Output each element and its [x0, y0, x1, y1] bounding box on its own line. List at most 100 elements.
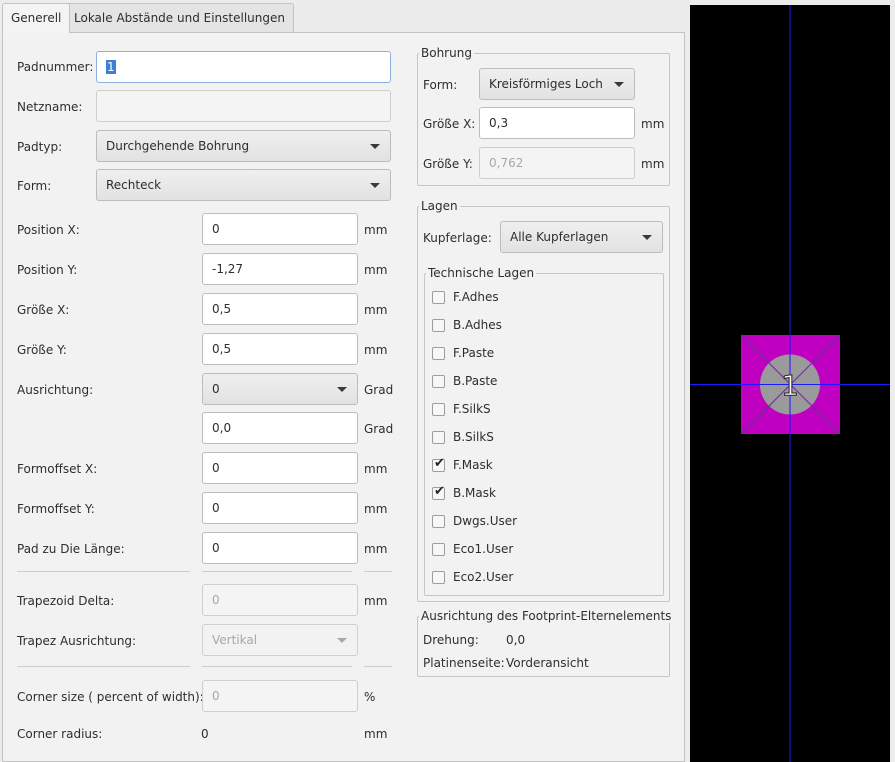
form-select[interactable]: Rechteck: [96, 169, 391, 201]
padtyp-label: Padtyp:: [17, 140, 63, 154]
padnummer-label: Padnummer:: [17, 60, 94, 74]
layer-checkbox[interactable]: [432, 431, 445, 444]
kupferlage-select[interactable]: Alle Kupferlagen: [500, 221, 663, 253]
formoffset-x-input[interactable]: 0: [202, 452, 358, 484]
size-x-input[interactable]: 0,5: [202, 293, 358, 325]
chevron-down-icon: [337, 387, 347, 392]
platinenseite-value: Vorderansicht: [506, 656, 589, 670]
pad-die-label: Pad zu Die Länge:: [17, 542, 125, 556]
layer-checkbox[interactable]: [432, 571, 445, 584]
layer-label: Dwgs.User: [453, 514, 518, 528]
corner-radius-value: 0: [201, 727, 209, 741]
bohrung-size-y-unit: mm: [641, 157, 665, 171]
padnummer-value: 1: [106, 60, 116, 74]
ausrichtung-custom-input[interactable]: 0,0: [202, 412, 358, 444]
trapez-ausrichtung-select[interactable]: Vertikal: [202, 624, 358, 656]
tab-generell[interactable]: Generell: [2, 3, 71, 33]
trapez-ausrichtung-value: Vertikal: [212, 633, 258, 647]
trapezoid-delta-unit: mm: [364, 594, 388, 608]
trapezoid-delta-label: Trapezoid Delta:: [17, 594, 115, 608]
layer-label: B.Paste: [453, 374, 498, 388]
layer-checkbox[interactable]: [432, 291, 445, 304]
pad-preview-canvas: 1: [690, 5, 890, 762]
formoffset-y-label: Formoffset Y:: [17, 502, 95, 516]
layer-label: B.SilkS: [453, 430, 494, 444]
layer-checkbox[interactable]: [432, 543, 445, 556]
layer-label: B.Mask: [453, 486, 496, 500]
size-y-label: Größe Y:: [17, 343, 67, 357]
netzname-label: Netzname:: [17, 100, 83, 114]
layer-checkbox[interactable]: [432, 319, 445, 332]
checkmark-icon: ✔: [434, 456, 445, 471]
kupferlage-label: Kupferlage:: [423, 231, 492, 245]
formoffset-y-unit: mm: [364, 502, 388, 516]
position-y-unit: mm: [364, 263, 388, 277]
bohrung-size-x-label: Größe X:: [423, 117, 476, 131]
chevron-down-icon: [642, 235, 652, 240]
layer-checkbox[interactable]: [432, 403, 445, 416]
layer-label: Eco1.User: [453, 542, 514, 556]
layer-checkbox[interactable]: ✔: [432, 456, 445, 472]
bohrung-title: Bohrung: [419, 46, 474, 60]
corner-size-input[interactable]: 0: [202, 680, 358, 712]
divider: [364, 571, 392, 572]
position-x-label: Position X:: [17, 223, 80, 237]
chevron-down-icon: [370, 183, 380, 188]
parent-orientation-title: Ausrichtung des Footprint-Elternelements: [419, 609, 674, 623]
bohrung-size-y-label: Größe Y:: [423, 157, 473, 171]
pad-die-unit: mm: [364, 542, 388, 556]
chevron-down-icon: [370, 144, 380, 149]
netzname-input[interactable]: [96, 90, 391, 122]
bohrung-form-value: Kreisförmiges Loch: [489, 77, 603, 91]
divider: [202, 666, 352, 667]
padtyp-select[interactable]: Durchgehende Bohrung: [96, 130, 391, 162]
platinenseite-label: Platinenseite:: [423, 656, 505, 670]
size-y-input[interactable]: 0,5: [202, 333, 358, 365]
divider: [202, 571, 352, 572]
formoffset-x-unit: mm: [364, 462, 388, 476]
bohrung-size-x-input[interactable]: 0,3: [479, 107, 635, 139]
form-label: Form:: [17, 179, 52, 193]
bohrung-form-select[interactable]: Kreisförmiges Loch: [479, 68, 635, 100]
bohrung-size-x-unit: mm: [641, 117, 665, 131]
padnummer-input[interactable]: 1: [96, 51, 391, 83]
checkmark-icon: ✔: [434, 484, 445, 499]
layer-label: F.Paste: [453, 346, 495, 360]
padtyp-value: Durchgehende Bohrung: [106, 139, 250, 153]
size-x-unit: mm: [364, 303, 388, 317]
drehung-value: 0,0: [506, 633, 526, 647]
corner-size-unit: %: [364, 690, 376, 704]
position-x-unit: mm: [364, 223, 388, 237]
position-y-input[interactable]: -1,27: [202, 253, 358, 285]
layer-checkbox[interactable]: [432, 347, 445, 360]
corner-radius-label: Corner radius:: [17, 727, 103, 741]
divider: [364, 666, 392, 667]
layer-label: B.Adhes: [453, 318, 502, 332]
pad-die-input[interactable]: 0: [202, 532, 358, 564]
trapezoid-delta-input[interactable]: 0: [202, 584, 358, 616]
divider: [17, 666, 190, 667]
kupferlage-value: Alle Kupferlagen: [510, 230, 609, 244]
bohrung-form-label: Form:: [423, 78, 458, 92]
layer-checkbox[interactable]: ✔: [432, 484, 445, 500]
position-y-label: Position Y:: [17, 263, 78, 277]
ausrichtung-label: Ausrichtung:: [17, 383, 94, 397]
layer-checkbox[interactable]: [432, 375, 445, 388]
tab-lokale-abstaende[interactable]: Lokale Abstände und Einstellungen: [65, 3, 294, 32]
formoffset-y-input[interactable]: 0: [202, 492, 358, 524]
ausrichtung-select[interactable]: 0: [202, 373, 358, 405]
chevron-down-icon: [337, 638, 347, 643]
form-value: Rechteck: [106, 178, 162, 192]
ausrichtung-unit: Grad: [364, 383, 394, 397]
bohrung-size-y-input[interactable]: 0,762: [479, 147, 635, 179]
layer-checkbox[interactable]: [432, 515, 445, 528]
chevron-down-icon: [614, 82, 624, 87]
corner-size-label: Corner size ( percent of width):: [17, 690, 204, 704]
position-x-input[interactable]: 0: [202, 213, 358, 245]
divider: [17, 571, 190, 572]
lagen-title: Lagen: [419, 199, 460, 213]
layer-label: F.Adhes: [453, 290, 499, 304]
drehung-label: Drehung:: [423, 633, 479, 647]
layer-label: F.SilkS: [453, 402, 491, 416]
ausrichtung-value: 0: [212, 382, 220, 396]
